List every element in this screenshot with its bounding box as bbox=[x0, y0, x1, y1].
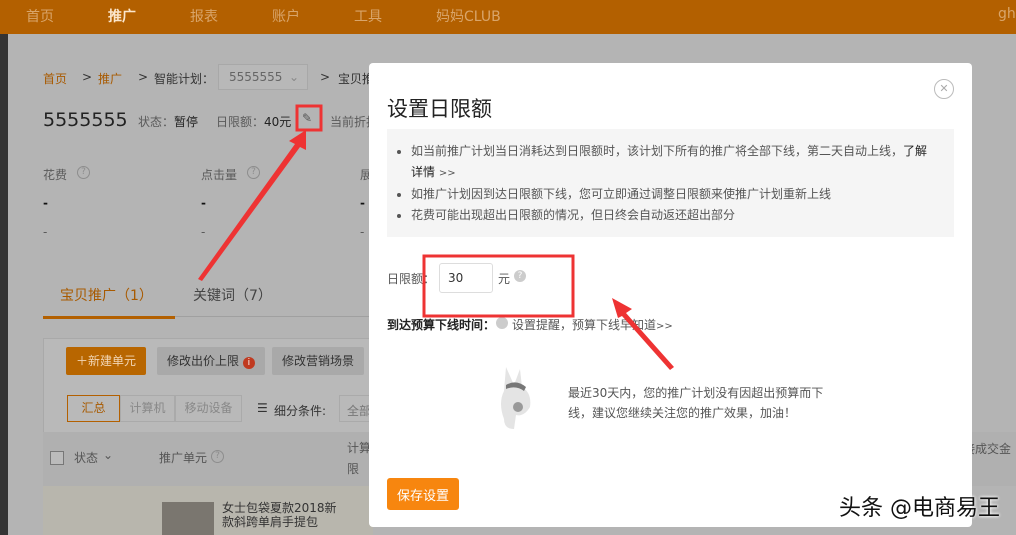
annotation-box-pencil bbox=[295, 104, 323, 132]
watermark: 头条 @电商易王 bbox=[839, 496, 1000, 521]
annotation-arrow bbox=[612, 298, 674, 370]
annotation-arrow bbox=[198, 130, 306, 281]
annotation-layer bbox=[198, 104, 674, 370]
annotation-box-input bbox=[422, 254, 575, 318]
